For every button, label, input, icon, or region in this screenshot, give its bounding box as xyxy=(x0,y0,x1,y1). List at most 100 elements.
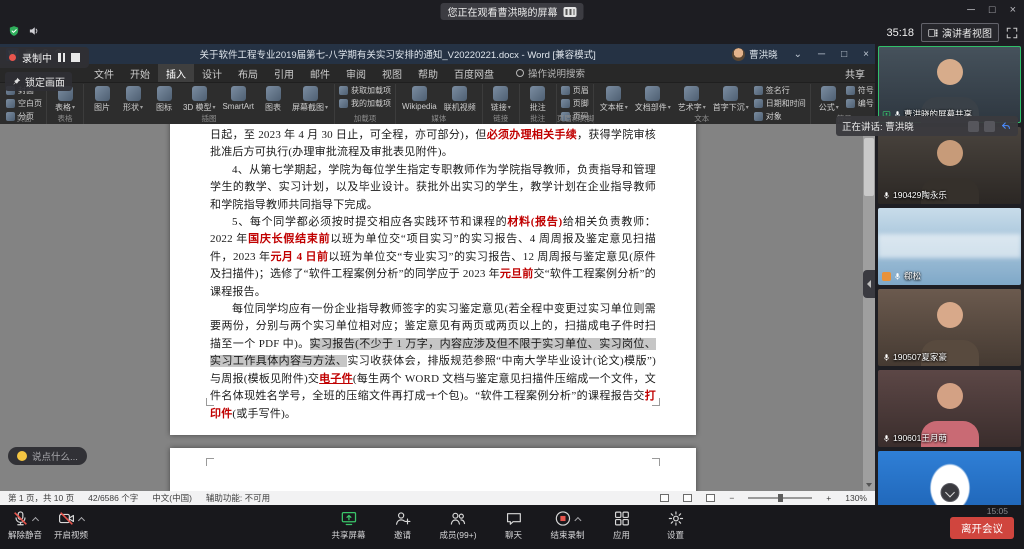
ribbon-button-符号[interactable]: 符号 xyxy=(846,85,874,96)
ribbon-tab-帮助[interactable]: 帮助 xyxy=(410,64,446,82)
ribbon-button-SmartArt[interactable]: SmartArt xyxy=(220,85,256,112)
ribbon-button-形状[interactable]: 形状▾ xyxy=(119,85,147,114)
lock-screen-button[interactable]: 锁定画面 xyxy=(5,72,72,91)
toolbar-start-video-button[interactable]: 开启视频 xyxy=(54,510,88,541)
chevron-up-icon[interactable] xyxy=(575,516,582,523)
ribbon-tab-设计[interactable]: 设计 xyxy=(194,64,230,82)
print-layout-icon[interactable] xyxy=(683,494,692,502)
zoom-in-button[interactable]: + xyxy=(826,493,831,503)
ribbon-tab-审阅[interactable]: 审阅 xyxy=(338,64,374,82)
ribbon-button-页眉[interactable]: 页眉 xyxy=(561,85,589,96)
ribbon-button-文档部件[interactable]: 文档部件▾ xyxy=(633,85,673,114)
chevron-up-icon[interactable] xyxy=(32,516,39,523)
participant-video-曹洪晓的屏幕共享[interactable]: 曹洪晓的屏幕共享 xyxy=(878,46,1021,123)
stop-recording-button[interactable] xyxy=(71,53,80,62)
scrollbar-thumb[interactable] xyxy=(864,138,874,196)
page-indicator[interactable]: 第 1 页，共 10 页 xyxy=(8,492,74,504)
word-close-button[interactable]: × xyxy=(863,49,869,60)
toolbar-chat-button[interactable]: 聊天 xyxy=(497,510,531,541)
minimize-button[interactable]: ─ xyxy=(967,2,975,18)
tell-me-search[interactable]: 操作说明搜索 xyxy=(516,64,585,82)
ribbon-button-文本框[interactable]: 文本框▾ xyxy=(598,85,630,114)
sidebar-collapse-handle[interactable] xyxy=(863,270,875,298)
zoom-knob[interactable] xyxy=(778,494,783,502)
keyboard-icon[interactable] xyxy=(564,7,577,17)
fullscreen-icon[interactable] xyxy=(1006,27,1018,39)
ribbon-button-签名行[interactable]: 签名行 xyxy=(754,85,806,96)
leave-meeting-button[interactable]: 离开会议 xyxy=(950,517,1014,539)
zoom-out-button[interactable]: − xyxy=(729,493,734,503)
toolbar-apps-button[interactable]: 应用 xyxy=(605,510,639,541)
ribbon-tab-视图[interactable]: 视图 xyxy=(374,64,410,82)
ribbon-button-图表[interactable]: 图表 xyxy=(259,85,287,114)
web-layout-icon[interactable] xyxy=(706,494,715,502)
share-button[interactable]: 共享 xyxy=(845,64,865,82)
speaker-icon[interactable] xyxy=(28,25,40,37)
scroll-more-participants-button[interactable] xyxy=(940,483,959,502)
toolbar-stop-record-button[interactable]: 结束录制 xyxy=(551,510,585,541)
chevron-up-icon[interactable] xyxy=(78,516,85,523)
ribbon-button-批注[interactable]: 批注 xyxy=(524,85,552,114)
pause-recording-button[interactable] xyxy=(58,53,65,62)
zoom-slider[interactable] xyxy=(748,497,812,499)
quick-chat-input[interactable]: 说点什么... xyxy=(8,447,87,465)
toolbar-invite-button[interactable]: 邀请 xyxy=(385,510,419,541)
word-maximize-button[interactable]: □ xyxy=(841,49,847,60)
ribbon-button-屏幕截图[interactable]: 屏幕截图▾ xyxy=(290,85,330,114)
ribbon-button-Wikipedia[interactable]: Wikipedia xyxy=(400,85,439,112)
ribbon-button-艺术字[interactable]: 艺术字▾ xyxy=(676,85,708,114)
toolbar-settings-button[interactable]: 设置 xyxy=(659,510,693,541)
close-button[interactable]: × xyxy=(1010,2,1016,18)
ribbon-button-我的加载项[interactable]: 我的加载项 xyxy=(339,98,391,109)
accessibility-indicator[interactable]: 辅助功能: 不可用 xyxy=(206,492,270,504)
ribbon-tab-插入[interactable]: 插入 xyxy=(158,64,194,82)
ribbon-button-图标[interactable]: 图标 xyxy=(150,85,178,114)
ribbon-tab-布局[interactable]: 布局 xyxy=(230,64,266,82)
participant-video-190429陶永乐[interactable]: 190429陶永乐 xyxy=(878,127,1021,204)
participant-video-郗松[interactable]: 郗松 xyxy=(878,208,1021,285)
ribbon-group-buttons: 批注 xyxy=(524,85,552,115)
ribbon-button-日期和时间[interactable]: 日期和时间 xyxy=(754,98,806,109)
document-canvas[interactable]: 日起，至 2023 年 4 月 30 日止，可全程，亦可部分)，但必须办理相关手… xyxy=(0,124,875,491)
ribbon-button-编号[interactable]: 编号 xyxy=(846,98,874,109)
reaction-icon[interactable] xyxy=(984,121,995,132)
zoom-level[interactable]: 130% xyxy=(845,493,867,503)
language-indicator[interactable]: 中文(中国) xyxy=(152,492,192,504)
ribbon-button-label: SmartArt xyxy=(222,102,254,111)
word-minimize-button[interactable]: ─ xyxy=(818,49,825,60)
participant-video-190601王月萌[interactable]: 190601王月萌 xyxy=(878,370,1021,447)
toolbar-members-button[interactable]: 成员(99+) xyxy=(439,510,476,541)
vertical-scrollbar[interactable] xyxy=(863,124,875,491)
ribbon: 封面空白页分页页面表格▾表格图片形状▾图标3D 模型▾SmartArt图表屏幕截… xyxy=(0,83,875,124)
ribbon-button-获取加载项[interactable]: 获取加载项 xyxy=(339,85,391,96)
ribbon-button-3D 模型[interactable]: 3D 模型▾ xyxy=(181,85,217,114)
document-paragraph: 4、从第七学期起，学院为每位学生指定专职教师作为学院指导教师，负责指导和管理学生… xyxy=(210,162,656,214)
ribbon-button-页脚[interactable]: 页脚 xyxy=(561,98,589,109)
ribbon-display-icon[interactable]: ⌄ xyxy=(794,49,802,60)
ribbon-button-公式[interactable]: 公式▾ xyxy=(815,85,843,114)
word-count[interactable]: 42/6586 个字 xyxy=(88,492,138,504)
reaction-icon[interactable] xyxy=(968,121,979,132)
scroll-down-arrow[interactable] xyxy=(866,483,872,487)
ribbon-tab-百度网盘[interactable]: 百度网盘 xyxy=(446,64,502,82)
ribbon-tab-文件[interactable]: 文件 xyxy=(86,64,122,82)
reply-arrow-icon[interactable] xyxy=(1000,120,1012,132)
participant-face xyxy=(937,59,963,85)
ribbon-button-空白页[interactable]: 空白页 xyxy=(6,98,42,109)
account-chip[interactable]: 曹洪晓 xyxy=(732,47,778,61)
toolbar-share-screen-button[interactable]: 共享屏幕 xyxy=(331,510,365,541)
participant-face xyxy=(937,383,963,409)
ribbon-button-图片[interactable]: 图片 xyxy=(88,85,116,114)
maximize-button[interactable]: □ xyxy=(989,2,996,18)
ribbon-button-首字下沉[interactable]: 首字下沉▾ xyxy=(711,85,751,114)
read-mode-icon[interactable] xyxy=(660,494,669,502)
emoji-icon[interactable] xyxy=(17,451,27,461)
ribbon-tab-开始[interactable]: 开始 xyxy=(122,64,158,82)
ribbon-button-联机视频[interactable]: 联机视频 xyxy=(442,85,478,114)
ribbon-button-链接[interactable]: 链接▾ xyxy=(487,85,515,114)
ribbon-tab-邮件[interactable]: 邮件 xyxy=(302,64,338,82)
speaker-view-button[interactable]: 演讲者视图 xyxy=(921,23,999,42)
ribbon-tab-引用[interactable]: 引用 xyxy=(266,64,302,82)
participant-video-190507夏家豪[interactable]: 190507夏家豪 xyxy=(878,289,1021,366)
toolbar-unmute-button[interactable]: 解除静音 xyxy=(8,510,42,541)
